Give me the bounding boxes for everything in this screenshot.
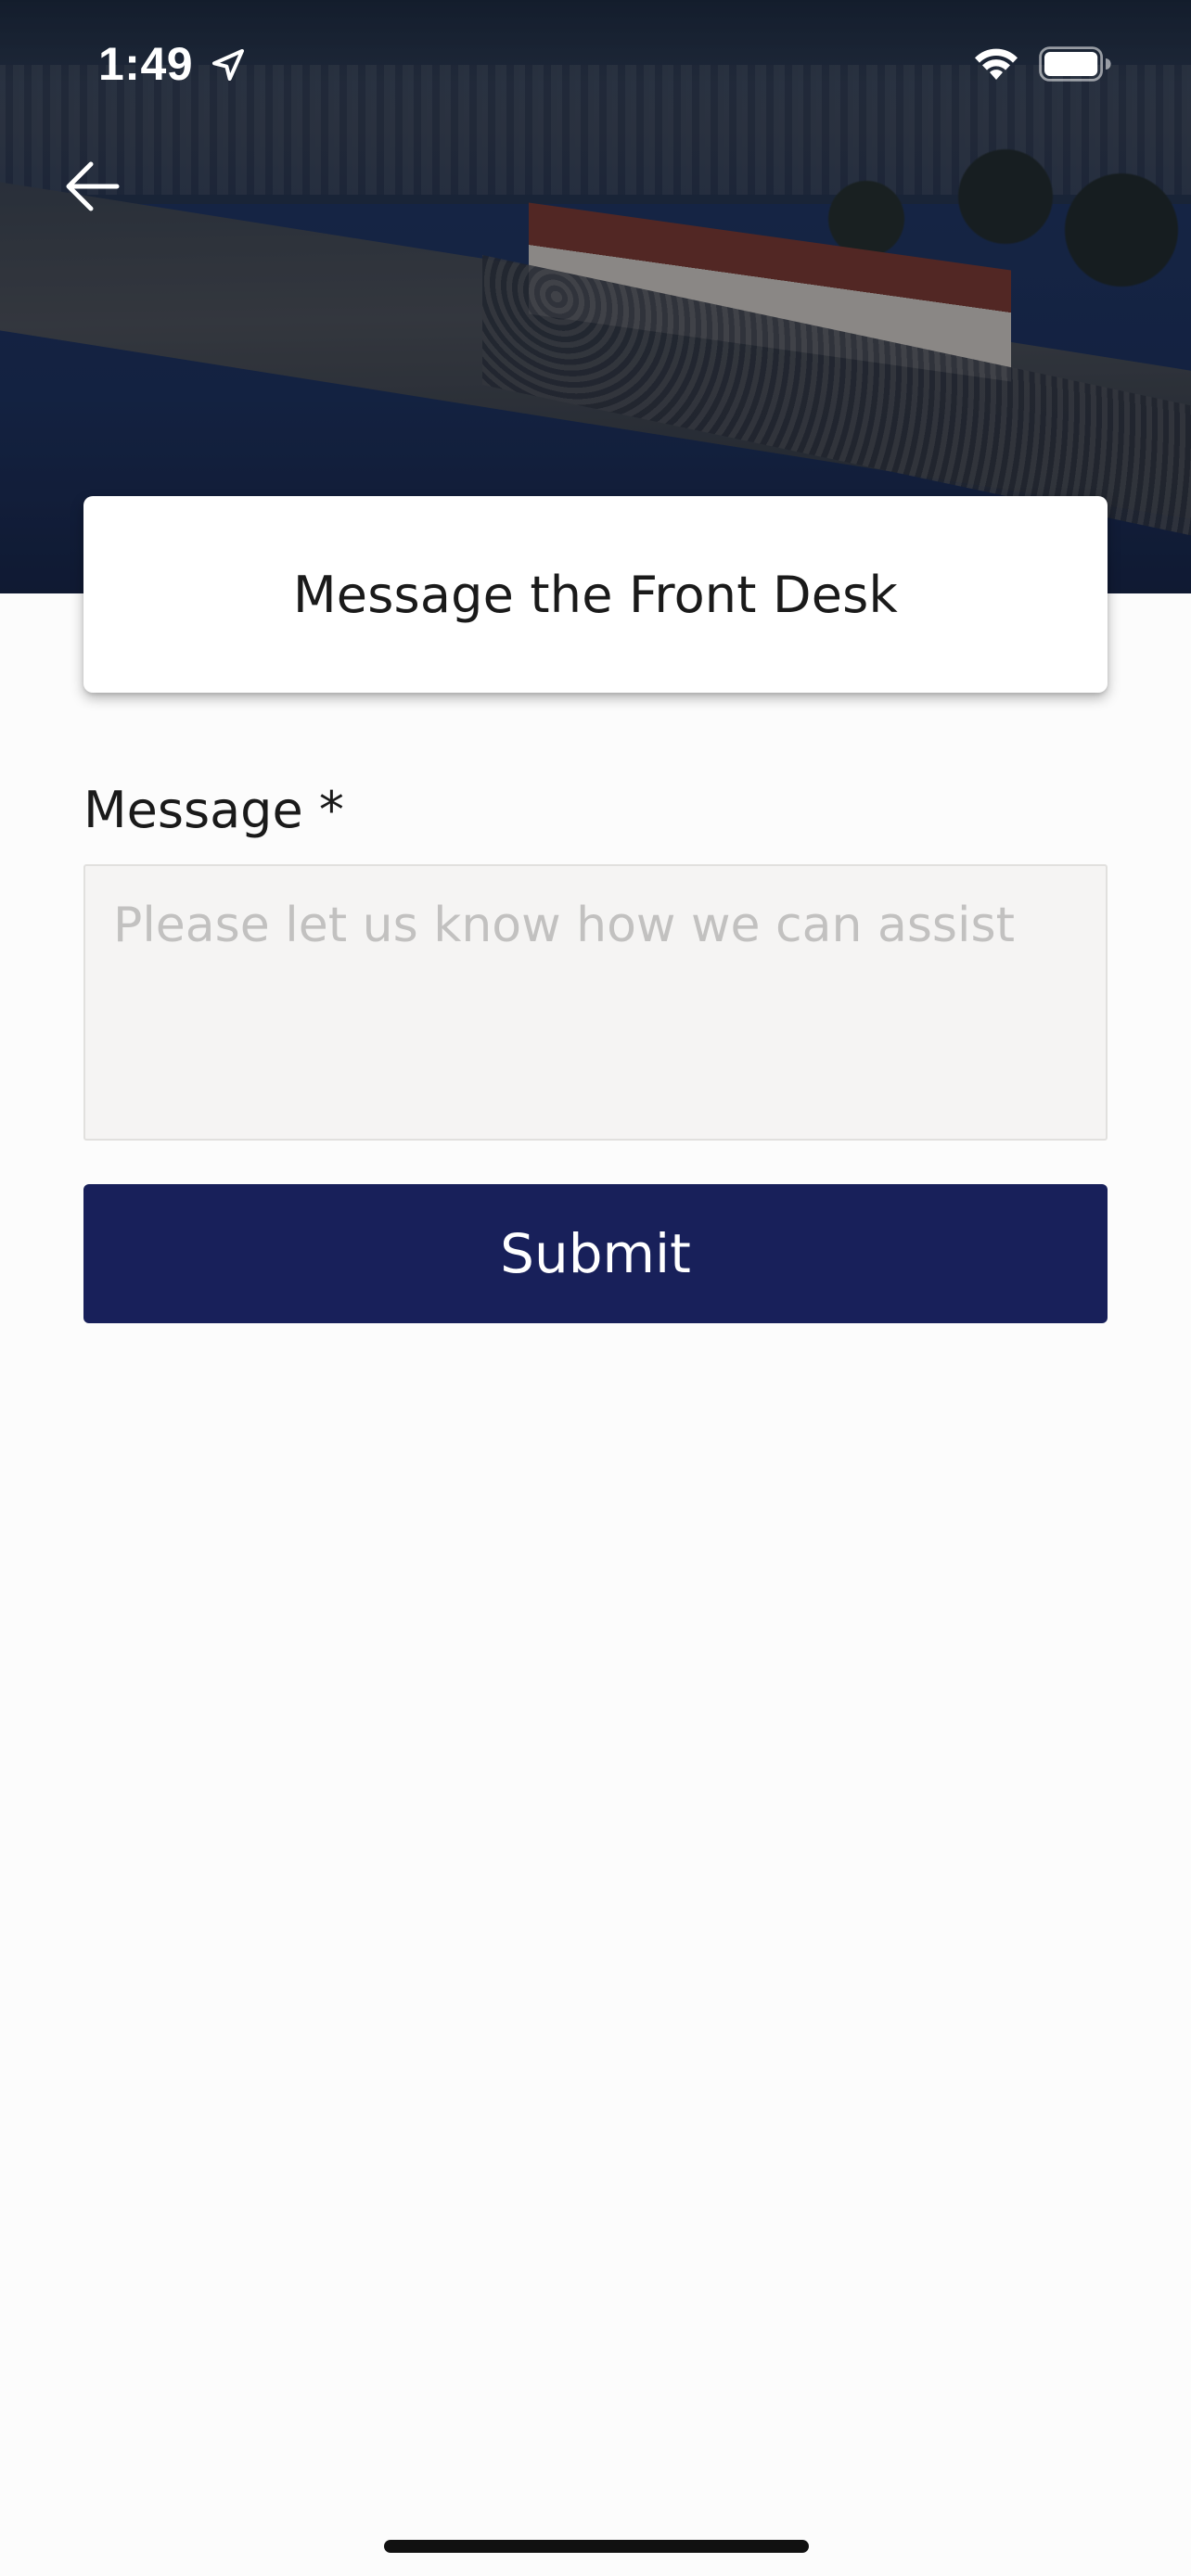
status-bar: 1:49: [0, 0, 1191, 130]
location-arrow-icon: [212, 49, 244, 81]
status-time: 1:49: [98, 38, 194, 90]
message-label: Message *: [83, 781, 344, 839]
wifi-icon: [975, 48, 1018, 80]
page-title-card: Message the Front Desk: [83, 496, 1108, 693]
message-input[interactable]: [83, 864, 1108, 1141]
arrow-left-icon: [66, 161, 120, 211]
submit-button[interactable]: Submit: [83, 1184, 1108, 1323]
battery-icon: [1039, 46, 1111, 82]
page-title: Message the Front Desk: [293, 565, 898, 624]
back-button[interactable]: [56, 153, 130, 220]
home-indicator: [384, 2540, 809, 2553]
